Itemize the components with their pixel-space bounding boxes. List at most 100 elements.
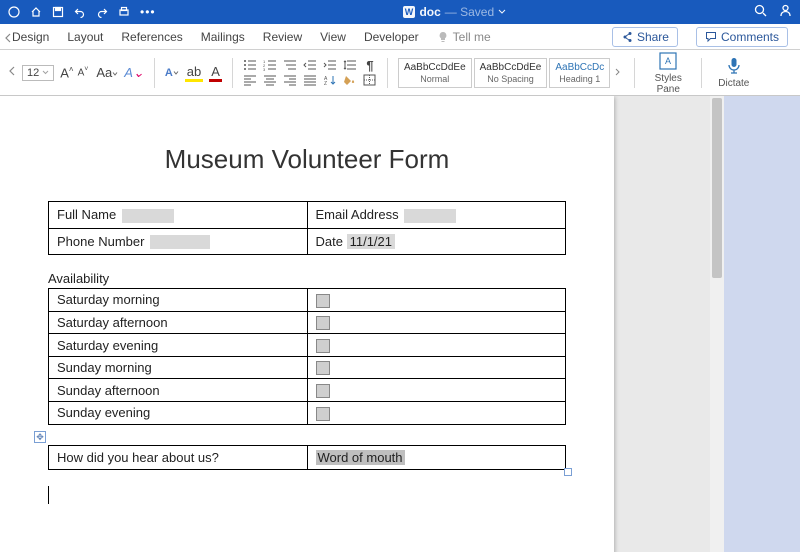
- avail-label-cell: Sunday afternoon: [49, 379, 308, 402]
- account-icon[interactable]: [779, 4, 792, 20]
- table-move-handle-icon[interactable]: ✥: [34, 431, 46, 443]
- table-row: How did you hear about us? Word of mouth: [49, 445, 566, 469]
- svg-text:3: 3: [263, 67, 266, 71]
- highlight-color-icon[interactable]: ab: [185, 64, 203, 82]
- table-row: Saturday evening: [49, 334, 566, 357]
- phone-cell[interactable]: Phone Number: [49, 228, 308, 255]
- shading-icon[interactable]: [343, 74, 357, 86]
- styles-pane-label: Styles Pane: [651, 73, 685, 95]
- numbering-icon[interactable]: 123: [263, 59, 277, 71]
- styles-pane-button[interactable]: A Styles Pane: [645, 51, 691, 95]
- ribbon-scroll-left-icon[interactable]: [8, 66, 16, 79]
- change-case-icon[interactable]: Aa: [96, 65, 118, 80]
- font-size-selector[interactable]: 12: [22, 65, 54, 81]
- styles-pane-icon: A: [658, 51, 678, 71]
- titlebar-left-icons: •••: [8, 5, 156, 19]
- table-resize-handle-icon[interactable]: [564, 468, 572, 476]
- font-color-icon[interactable]: A: [209, 64, 222, 82]
- home-icon[interactable]: [30, 6, 42, 18]
- bullets-icon[interactable]: [243, 59, 257, 71]
- sort-icon[interactable]: AZ: [323, 74, 337, 86]
- decrease-indent-icon[interactable]: [303, 59, 317, 71]
- styles-more-icon[interactable]: [612, 58, 624, 88]
- hear-answer-value[interactable]: Word of mouth: [316, 450, 405, 465]
- align-left-icon[interactable]: [243, 74, 257, 86]
- avail-checkbox-cell: [307, 289, 566, 312]
- document-page[interactable]: Museum Volunteer Form Full Name Email Ad…: [0, 96, 614, 552]
- tab-review[interactable]: Review: [263, 30, 302, 44]
- multilevel-list-icon[interactable]: [283, 59, 297, 71]
- mic-icon: [724, 56, 744, 76]
- checkbox[interactable]: [316, 294, 330, 308]
- redo-icon[interactable]: [96, 6, 108, 18]
- font-size-group: 12 A˄ A˅: [22, 65, 88, 81]
- tab-view[interactable]: View: [320, 30, 346, 44]
- avail-label-cell: Saturday afternoon: [49, 311, 308, 334]
- app-menu-icon[interactable]: [8, 6, 20, 18]
- tab-developer[interactable]: Developer: [364, 30, 419, 44]
- doc-name: doc: [419, 5, 440, 19]
- share-button[interactable]: Share: [612, 27, 678, 47]
- line-spacing-icon[interactable]: [343, 59, 357, 71]
- tab-scroll-left-icon[interactable]: [4, 32, 12, 46]
- avail-label-cell: Saturday evening: [49, 334, 308, 357]
- tab-design[interactable]: Design: [12, 30, 49, 44]
- search-titlebar-icon[interactable]: [754, 4, 767, 20]
- tab-references[interactable]: References: [121, 30, 182, 44]
- scrollbar-thumb[interactable]: [712, 98, 722, 278]
- styles-gallery[interactable]: AaBbCcDdEe Normal AaBbCcDdEe No Spacing …: [398, 58, 624, 88]
- checkbox[interactable]: [316, 316, 330, 330]
- tab-layout[interactable]: Layout: [67, 30, 103, 44]
- vertical-scrollbar[interactable]: [710, 96, 724, 552]
- avail-checkbox-cell: [307, 356, 566, 379]
- show-marks-icon[interactable]: ¶: [363, 59, 377, 71]
- date-field[interactable]: 11/1/21: [347, 234, 395, 249]
- comment-icon: [705, 31, 717, 43]
- email-cell[interactable]: Email Address: [307, 202, 566, 229]
- checkbox[interactable]: [316, 339, 330, 353]
- tab-mailings[interactable]: Mailings: [201, 30, 245, 44]
- full-name-field[interactable]: [122, 209, 174, 223]
- checkbox[interactable]: [316, 384, 330, 398]
- text-cursor: [48, 486, 566, 504]
- borders-icon[interactable]: [363, 74, 377, 86]
- grow-font-icon[interactable]: A˄: [60, 65, 73, 80]
- style-heading-1[interactable]: AaBbCcDc Heading 1: [549, 58, 610, 88]
- document-workarea: Museum Volunteer Form Full Name Email Ad…: [0, 96, 724, 552]
- phone-field[interactable]: [150, 235, 210, 249]
- svg-text:A: A: [665, 56, 671, 66]
- print-icon[interactable]: [118, 6, 130, 18]
- font-case-group: Aa A⌄: [96, 65, 143, 81]
- save-status: — Saved: [445, 5, 494, 19]
- align-right-icon[interactable]: [283, 74, 297, 86]
- share-icon: [621, 31, 633, 43]
- dictate-button[interactable]: Dictate: [712, 56, 755, 89]
- availability-table: Saturday morning Saturday afternoon Satu…: [48, 288, 566, 424]
- hear-answer-cell[interactable]: Word of mouth: [307, 445, 566, 469]
- align-center-icon[interactable]: [263, 74, 277, 86]
- full-name-cell[interactable]: Full Name: [49, 202, 308, 229]
- style-no-spacing[interactable]: AaBbCcDdEe No Spacing: [474, 58, 548, 88]
- more-icon[interactable]: •••: [140, 5, 156, 19]
- email-field[interactable]: [404, 209, 456, 223]
- text-effects-icon[interactable]: A: [165, 67, 179, 79]
- clear-formatting-icon[interactable]: A⌄: [124, 65, 144, 81]
- comments-button[interactable]: Comments: [696, 27, 788, 47]
- hear-about-table: How did you hear about us? Word of mouth: [48, 445, 566, 470]
- shrink-font-icon[interactable]: A˅: [78, 66, 89, 78]
- tell-me-label: Tell me: [453, 30, 491, 44]
- table-row: Saturday morning: [49, 289, 566, 312]
- date-cell[interactable]: Date 11/1/21: [307, 228, 566, 255]
- save-icon[interactable]: [52, 6, 64, 18]
- undo-icon[interactable]: [74, 6, 86, 18]
- justify-icon[interactable]: [303, 74, 317, 86]
- tell-me[interactable]: Tell me: [437, 30, 491, 44]
- share-label: Share: [637, 30, 669, 44]
- date-label: Date: [316, 234, 343, 249]
- increase-indent-icon[interactable]: [323, 59, 337, 71]
- checkbox[interactable]: [316, 361, 330, 375]
- hear-question-cell[interactable]: How did you hear about us?: [49, 445, 308, 469]
- checkbox[interactable]: [316, 407, 330, 421]
- chevron-down-icon[interactable]: [498, 8, 506, 16]
- style-normal[interactable]: AaBbCcDdEe Normal: [398, 58, 472, 88]
